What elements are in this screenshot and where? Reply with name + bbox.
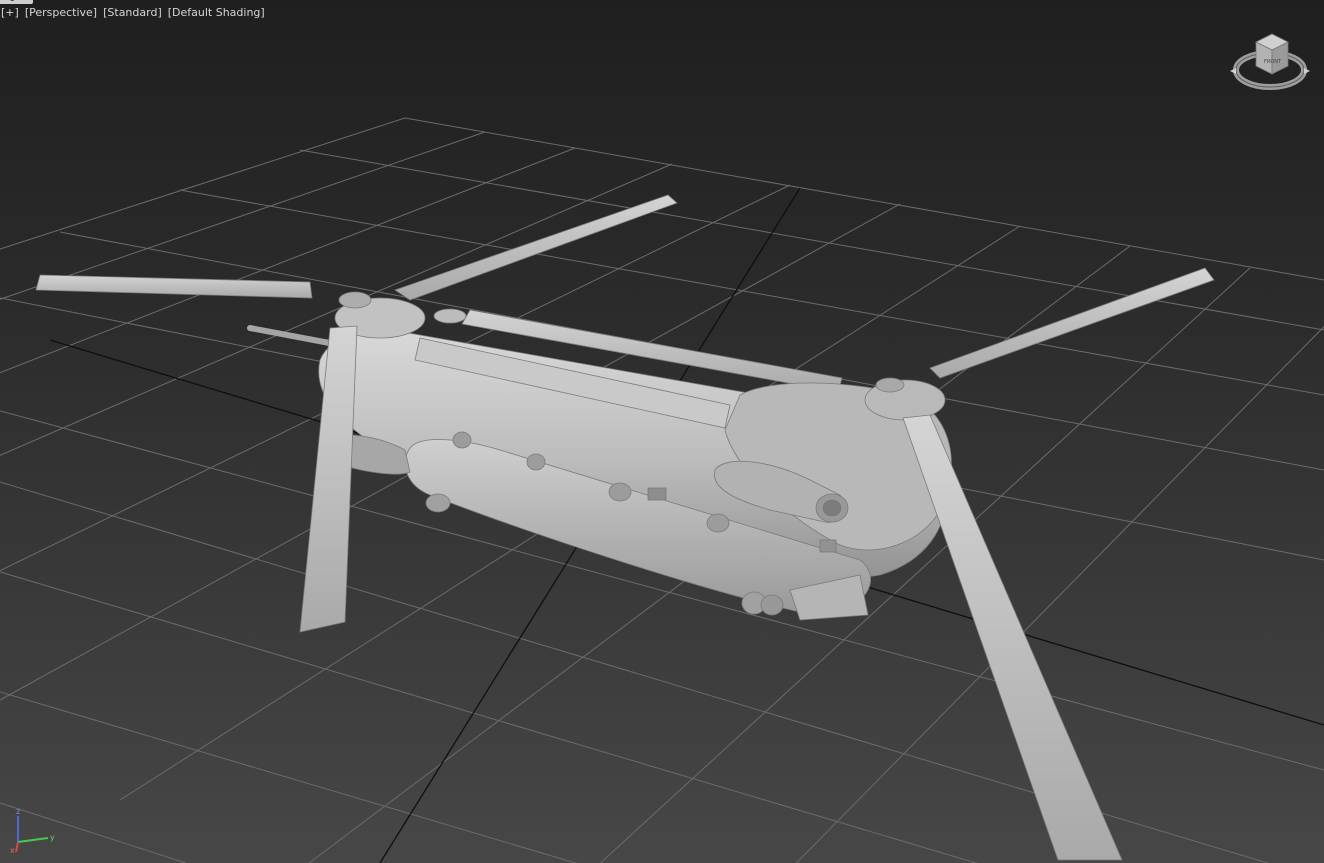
cabin-window	[608, 482, 632, 502]
x-axis-label: x	[10, 846, 15, 854]
region-tag: egion	[0, 0, 33, 4]
viewport-label-menu: [+] [Perspective] [Standard] [Default Sh…	[0, 4, 266, 20]
viewport-general-menu[interactable]: [+]	[0, 6, 20, 19]
front-rotor-blade-right	[394, 194, 678, 301]
z-axis-label: z	[16, 807, 20, 816]
rear-rotor-blade-back	[929, 267, 1215, 379]
axis-tripod: z y x	[10, 806, 60, 855]
viewport-standard-menu[interactable]: [Standard]	[102, 6, 163, 19]
side-vent	[819, 539, 837, 553]
refuel-probe	[247, 325, 343, 348]
viewport-shading-menu[interactable]: [Default Shading]	[167, 6, 266, 19]
front-rotor-blade-down	[299, 325, 358, 633]
viewcube-icon[interactable]: FRONT	[1230, 30, 1312, 96]
front-rotor-blade-left	[35, 274, 313, 299]
perspective-viewport[interactable]: [+] [Perspective] [Standard] [Default Sh…	[0, 0, 1324, 863]
rear-rotor-blade-down	[902, 414, 1123, 861]
pylon-fairing	[433, 308, 467, 324]
y-axis-line	[17, 837, 49, 843]
y-axis-label: y	[50, 833, 55, 842]
rear-wheel-right	[760, 594, 784, 616]
viewport-point-of-view-menu[interactable]: [Perspective]	[24, 6, 98, 19]
cabin-window	[706, 513, 730, 533]
viewcube-face-label: FRONT	[1264, 59, 1282, 65]
cabin-window	[452, 431, 472, 449]
helicopter-model	[35, 194, 1215, 861]
cabin-window	[526, 453, 546, 471]
scene-canvas[interactable]	[0, 0, 1324, 863]
front-wheel	[425, 493, 451, 513]
hatch	[647, 487, 667, 501]
x-axis-line	[15, 841, 19, 853]
